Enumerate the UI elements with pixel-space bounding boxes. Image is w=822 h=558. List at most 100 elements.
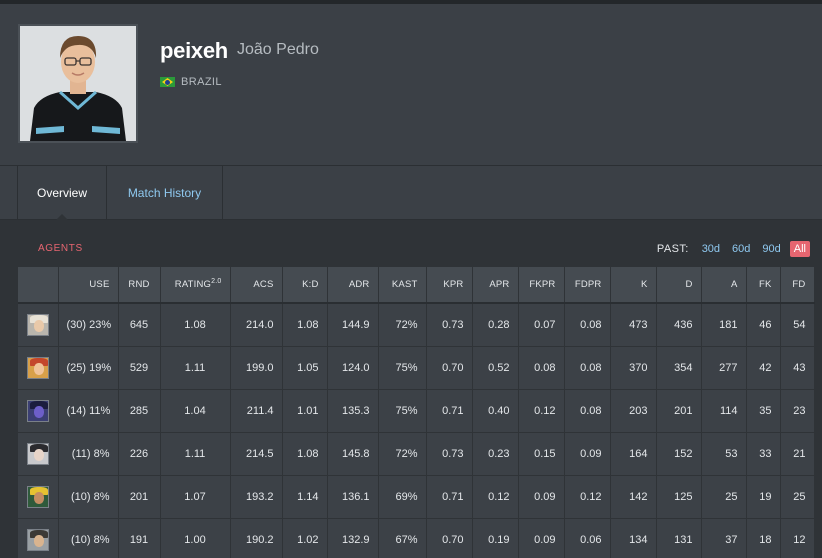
col-agent <box>18 267 59 304</box>
cell-adr: 124.0 <box>327 346 379 390</box>
col-fk[interactable]: FK <box>746 267 781 304</box>
cell-k: 473 <box>610 303 657 347</box>
cell-a: 53 <box>701 432 747 476</box>
cell-acs: 214.0 <box>230 303 283 347</box>
range-90d[interactable]: 90d <box>759 241 783 257</box>
table-row: (30) 23% 645 1.08 214.0 1.08 144.9 72% 0.73 0.28… <box>18 303 815 347</box>
agents-stats-table: USE RND RATING2.0 ACS K:D ADR KAST KPR A… <box>18 267 815 558</box>
cell-fdpr: 0.08 <box>564 389 611 433</box>
cell-kast: 75% <box>378 346 427 390</box>
range-60d[interactable]: 60d <box>729 241 753 257</box>
col-k[interactable]: K <box>610 267 657 304</box>
cell-use: (25) 19% <box>58 346 119 390</box>
cell-fkpr: 0.12 <box>518 389 565 433</box>
country-name: BRAZIL <box>181 76 222 88</box>
table-row: (25) 19% 529 1.11 199.0 1.05 124.0 75% 0.70 0.52… <box>18 346 815 390</box>
cell-kd: 1.08 <box>282 432 328 476</box>
col-acs[interactable]: ACS <box>230 267 283 304</box>
cell-kd: 1.14 <box>282 475 328 519</box>
cell-fk: 33 <box>746 432 781 476</box>
cell-kd: 1.02 <box>282 518 328 558</box>
tab-match-history[interactable]: Match History <box>107 166 223 220</box>
cell-fkpr: 0.15 <box>518 432 565 476</box>
col-a[interactable]: A <box>701 267 747 304</box>
tab-overview[interactable]: Overview <box>17 166 107 220</box>
brazil-flag-icon <box>160 77 175 87</box>
cell-fd: 23 <box>780 389 815 433</box>
cell-kast: 72% <box>378 303 427 347</box>
col-adr[interactable]: ADR <box>327 267 379 304</box>
col-rating-label: RATING <box>174 279 212 291</box>
player-header: peixeh João Pedro BRAZIL <box>0 4 822 166</box>
cell-d: 131 <box>656 518 702 558</box>
agent-icon-6 <box>26 528 49 551</box>
cell-rating: 1.07 <box>160 475 231 519</box>
cell-fd: 12 <box>780 518 815 558</box>
agent-cell <box>18 346 59 390</box>
cell-fdpr: 0.09 <box>564 432 611 476</box>
agent-icon-3 <box>26 399 49 422</box>
col-fd[interactable]: FD <box>780 267 815 304</box>
col-rnd[interactable]: RND <box>118 267 161 304</box>
cell-fkpr: 0.09 <box>518 475 565 519</box>
agent-cell <box>18 303 59 347</box>
cell-fk: 18 <box>746 518 781 558</box>
rating-version: 2.0 <box>211 278 222 286</box>
cell-rnd: 285 <box>118 389 161 433</box>
cell-d: 354 <box>656 346 702 390</box>
agent-cell <box>18 389 59 433</box>
range-30d[interactable]: 30d <box>699 241 723 257</box>
cell-k: 164 <box>610 432 657 476</box>
cell-rating: 1.11 <box>160 346 231 390</box>
past-label: PAST: <box>656 243 689 255</box>
agent-icon-5 <box>26 485 49 508</box>
cell-rnd: 645 <box>118 303 161 347</box>
table-header-row: USE RND RATING2.0 ACS K:D ADR KAST KPR A… <box>18 267 815 304</box>
cell-d: 201 <box>656 389 702 433</box>
col-fkpr[interactable]: FKPR <box>518 267 565 304</box>
profile-tabs: Overview Match History <box>0 166 822 220</box>
cell-use: (11) 8% <box>58 432 119 476</box>
col-kd[interactable]: K:D <box>282 267 328 304</box>
cell-use: (30) 23% <box>58 303 119 347</box>
cell-kd: 1.01 <box>282 389 328 433</box>
col-use[interactable]: USE <box>58 267 119 304</box>
cell-acs: 193.2 <box>230 475 283 519</box>
cell-fd: 21 <box>780 432 815 476</box>
cell-kpr: 0.71 <box>426 389 473 433</box>
table-row: (11) 8% 226 1.11 214.5 1.08 145.8 72% 0.73 0.23 0… <box>18 432 815 476</box>
cell-d: 125 <box>656 475 702 519</box>
cell-a: 181 <box>701 303 747 347</box>
cell-fd: 25 <box>780 475 815 519</box>
col-fdpr[interactable]: FDPR <box>564 267 611 304</box>
col-rating[interactable]: RATING2.0 <box>160 267 231 304</box>
cell-fkpr: 0.08 <box>518 346 565 390</box>
col-kast[interactable]: KAST <box>378 267 427 304</box>
cell-kpr: 0.70 <box>426 346 473 390</box>
cell-rnd: 226 <box>118 432 161 476</box>
cell-kast: 69% <box>378 475 427 519</box>
cell-apr: 0.23 <box>472 432 519 476</box>
cell-k: 142 <box>610 475 657 519</box>
cell-kast: 72% <box>378 432 427 476</box>
cell-k: 203 <box>610 389 657 433</box>
player-handle: peixeh <box>160 38 228 63</box>
cell-a: 37 <box>701 518 747 558</box>
cell-fkpr: 0.07 <box>518 303 565 347</box>
time-range-filter: PAST: 30d 60d 90d All <box>657 241 810 257</box>
agent-icon-1 <box>26 313 49 336</box>
cell-adr: 136.1 <box>327 475 379 519</box>
cell-adr: 132.9 <box>327 518 379 558</box>
cell-rating: 1.04 <box>160 389 231 433</box>
cell-fd: 43 <box>780 346 815 390</box>
col-apr[interactable]: APR <box>472 267 519 304</box>
col-kpr[interactable]: KPR <box>426 267 473 304</box>
cell-a: 277 <box>701 346 747 390</box>
col-d[interactable]: D <box>656 267 702 304</box>
range-all[interactable]: All <box>789 241 810 257</box>
cell-use: (14) 11% <box>58 389 119 433</box>
cell-fdpr: 0.12 <box>564 475 611 519</box>
agent-cell <box>18 518 59 558</box>
player-country: BRAZIL <box>160 76 222 88</box>
cell-rating: 1.11 <box>160 432 231 476</box>
